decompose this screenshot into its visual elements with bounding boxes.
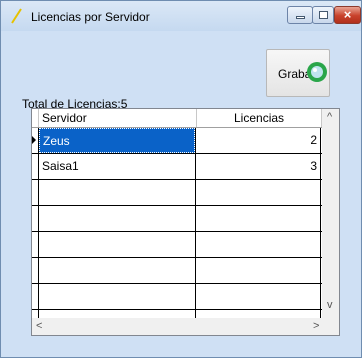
maximize-icon — [319, 11, 328, 19]
licenses-grid[interactable]: Servidor Licencias Zeus 2 Saisa1 3 ^ v <… — [31, 108, 340, 336]
table-row[interactable] — [32, 232, 339, 258]
cell-server[interactable] — [39, 258, 195, 283]
column-header-licenses[interactable]: Licencias — [234, 109, 284, 127]
window-title: Licencias por Servidor — [31, 10, 150, 24]
current-row-indicator-icon — [32, 136, 36, 144]
scroll-left-icon[interactable]: < — [36, 320, 42, 332]
close-icon: × — [343, 7, 352, 22]
table-row[interactable]: Zeus 2 — [32, 128, 339, 154]
cell-licenses[interactable] — [196, 284, 320, 309]
scroll-right-icon[interactable]: > — [313, 320, 319, 332]
table-row[interactable] — [32, 206, 339, 232]
scroll-up-icon[interactable]: ^ — [327, 111, 332, 123]
grid-header: Servidor Licencias — [32, 109, 339, 128]
horizontal-scrollbar[interactable]: < > — [32, 318, 323, 335]
table-row[interactable] — [32, 258, 339, 284]
minimize-icon — [296, 16, 305, 19]
minimize-button[interactable] — [287, 6, 313, 24]
header-separator — [38, 109, 39, 127]
save-icon — [307, 62, 327, 82]
column-header-server[interactable]: Servidor — [42, 109, 87, 127]
table-row[interactable]: Saisa1 3 — [32, 154, 339, 180]
table-row[interactable] — [32, 180, 339, 206]
cell-licenses[interactable]: 2 — [196, 128, 320, 153]
cell-server[interactable] — [39, 180, 195, 205]
save-button[interactable]: Grabar — [266, 49, 330, 97]
header-separator — [196, 109, 197, 127]
scroll-down-icon[interactable]: v — [327, 299, 333, 311]
cell-licenses[interactable]: 3 — [196, 154, 320, 179]
close-button[interactable]: × — [334, 6, 361, 24]
cell-server[interactable]: Saisa1 — [39, 154, 195, 179]
vertical-scrollbar[interactable]: ^ v — [322, 109, 339, 335]
cell-licenses[interactable] — [196, 258, 320, 283]
title-bar[interactable]: Licencias por Servidor × — [1, 1, 361, 31]
licenses-window: Licencias por Servidor × Total de Licenc… — [0, 0, 362, 358]
table-row[interactable] — [32, 284, 339, 310]
app-icon — [11, 8, 22, 24]
cell-licenses[interactable] — [196, 232, 320, 257]
cell-server[interactable] — [39, 206, 195, 231]
cell-server[interactable] — [39, 284, 195, 309]
cell-licenses[interactable] — [196, 206, 320, 231]
cell-server[interactable] — [39, 232, 195, 257]
cell-licenses[interactable] — [196, 180, 320, 205]
cell-server[interactable]: Zeus — [39, 128, 195, 153]
maximize-button[interactable] — [312, 6, 334, 24]
